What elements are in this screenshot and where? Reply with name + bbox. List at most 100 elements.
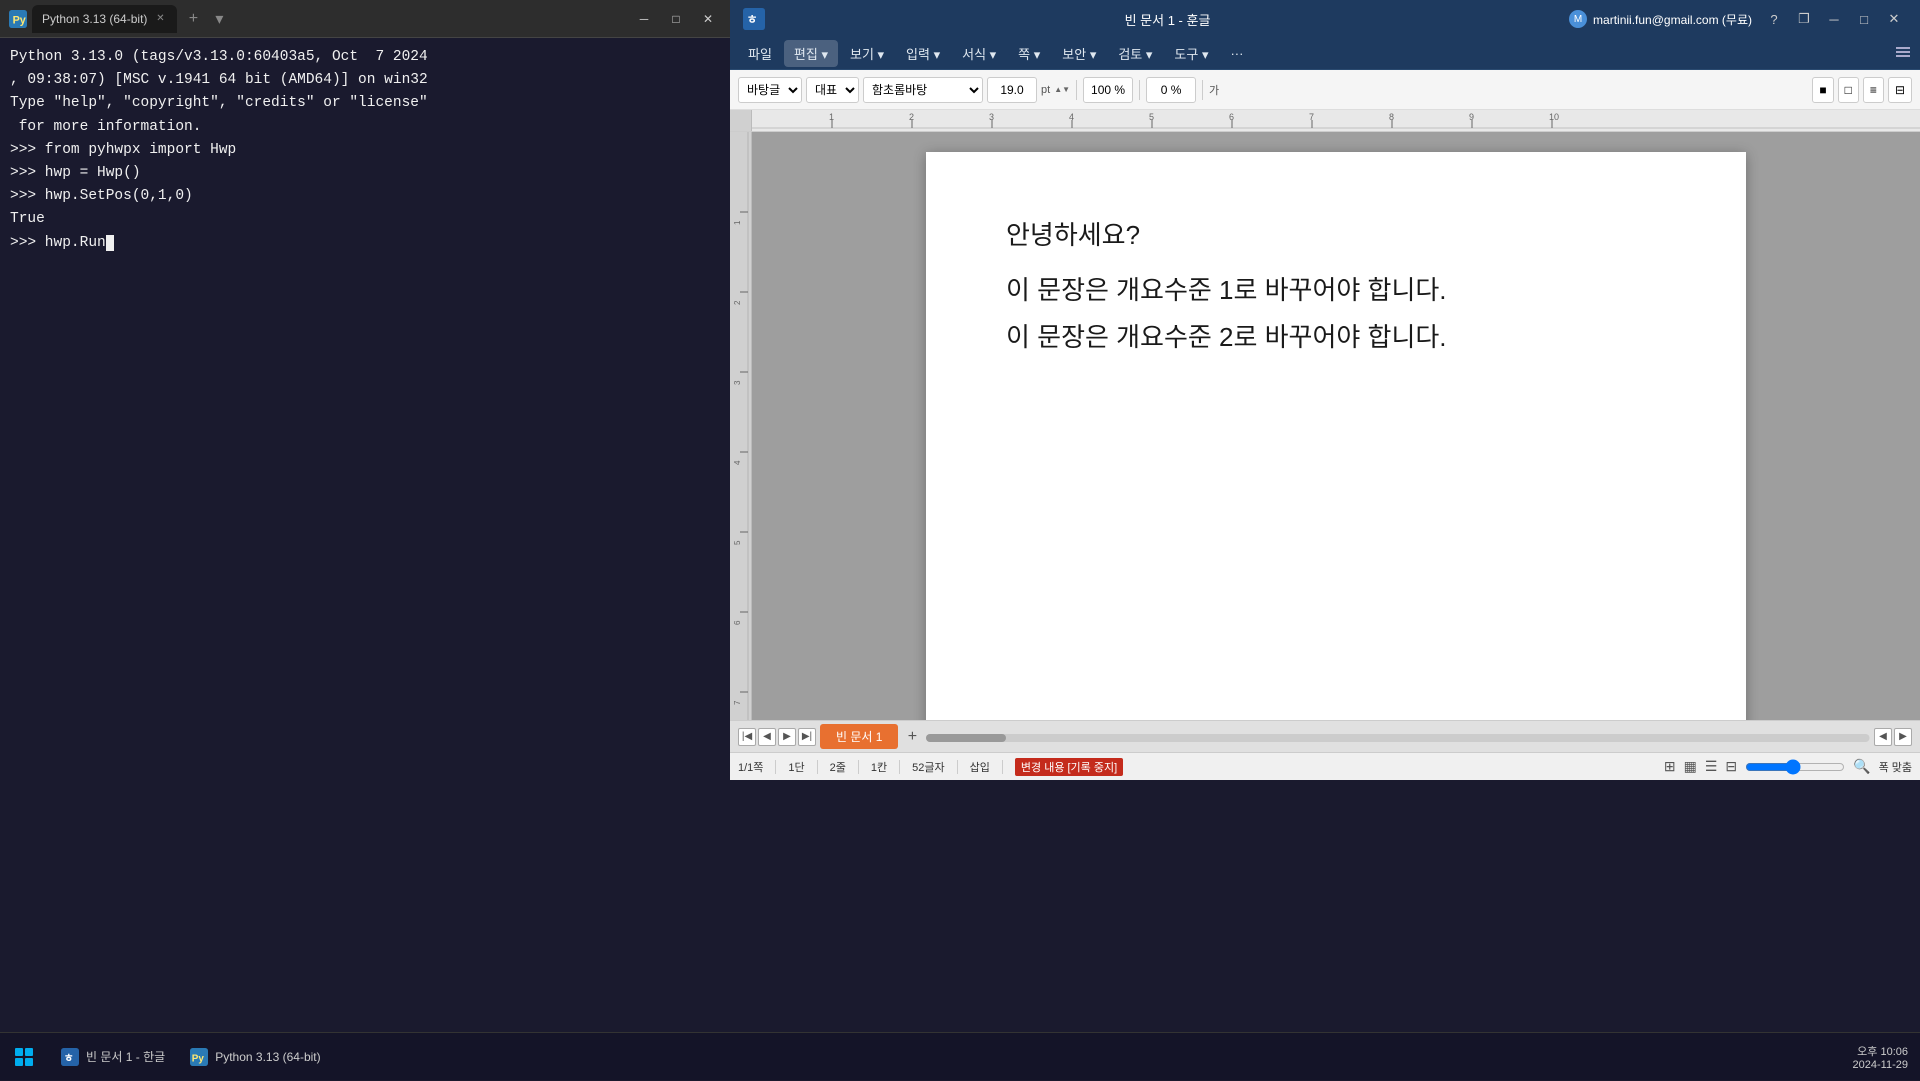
doc-line-3[interactable]: 이 문장은 개요수준 2로 바꾸어야 합니다. — [1006, 314, 1666, 361]
status-page: 1/1쪽 — [738, 759, 763, 775]
hscroll-left[interactable]: ◀ — [1874, 728, 1892, 746]
hwp-toolbar: 바탕글 대표 함초롬바탕 pt ▲▼ 가 ■ □ — [730, 70, 1920, 110]
status-sep-3 — [858, 760, 859, 774]
menu-more[interactable]: ··· — [1220, 42, 1253, 65]
start-button[interactable] — [0, 1033, 48, 1081]
status-char-count: 52글자 — [912, 759, 944, 775]
ruler-corner — [730, 110, 752, 132]
toolbar-btn-2[interactable]: □ — [1838, 77, 1859, 103]
svg-text:6: 6 — [733, 620, 742, 625]
svg-text:1: 1 — [733, 220, 742, 225]
toolbar-btn-1[interactable]: ■ — [1812, 77, 1833, 103]
font-size-input[interactable] — [987, 77, 1037, 103]
svg-text:5: 5 — [1149, 112, 1154, 122]
taskbar-right: 오후 10:06 2024-11-29 — [1853, 1043, 1920, 1071]
terminal-tab-close[interactable]: ✕ — [153, 12, 167, 26]
toolbar-btn-3[interactable]: ≡ — [1863, 77, 1884, 103]
terminal-line-3: Type "help", "copyright", "credits" or "… — [10, 92, 720, 115]
svg-text:3: 3 — [989, 112, 994, 122]
sheet-nav-first[interactable]: |◀ — [738, 728, 756, 746]
toolbar-btn-4[interactable]: ⊟ — [1888, 77, 1912, 103]
font-special-select[interactable]: 함초롬바탕 — [863, 77, 983, 103]
status-sep-1 — [775, 760, 776, 774]
sheet-add-button[interactable]: + — [902, 727, 922, 747]
terminal-tab-chevron[interactable]: ▾ — [209, 9, 229, 29]
svg-text:1: 1 — [829, 112, 834, 122]
svg-text:8: 8 — [1389, 112, 1394, 122]
font-size-unit: pt — [1041, 84, 1050, 96]
zoom-slider[interactable] — [1745, 759, 1845, 775]
hwp-close-button[interactable]: ✕ — [1880, 7, 1908, 31]
terminal-minimize-button[interactable]: ─ — [630, 7, 658, 31]
doc-line-2[interactable]: 이 문장은 개요수준 1로 바꾸어야 합니다. — [1006, 267, 1666, 314]
svg-text:7: 7 — [1309, 112, 1314, 122]
menu-edit[interactable]: 편집 ▾ — [784, 40, 838, 67]
menu-review[interactable]: 검토 ▾ — [1108, 40, 1162, 67]
hwp-page-container[interactable]: 안녕하세요? 이 문장은 개요수준 1로 바꾸어야 합니다. 이 문장은 개요수… — [752, 132, 1920, 720]
hwp-page[interactable]: 안녕하세요? 이 문장은 개요수준 1로 바꾸어야 합니다. 이 문장은 개요수… — [926, 152, 1746, 720]
taskbar-python-icon: Py — [189, 1047, 209, 1067]
taskbar-clock: 오후 10:06 2024-11-29 — [1853, 1043, 1908, 1071]
hwp-maximize-button[interactable]: □ — [1850, 7, 1878, 31]
svg-text:7: 7 — [733, 700, 742, 705]
hscroll-right[interactable]: ▶ — [1894, 728, 1912, 746]
menu-format[interactable]: 서식 ▾ — [952, 40, 1006, 67]
terminal-tab[interactable]: Python 3.13 (64-bit) ✕ — [32, 5, 177, 33]
statusbar-right: ⊞ ▦ ☰ ⊟ 🔍 폭 맞춤 — [1664, 758, 1912, 775]
view-mode-btn-2[interactable]: ▦ — [1684, 758, 1697, 775]
doc-line-1[interactable]: 안녕하세요? — [1006, 212, 1666, 259]
hwp-title: 빈 문서 1 - 훈글 — [774, 10, 1561, 29]
hwp-hscrollbar[interactable] — [926, 731, 1870, 743]
menu-page[interactable]: 쪽 ▾ — [1008, 40, 1050, 67]
status-char-col: 1칸 — [871, 759, 887, 775]
terminal-content[interactable]: Python 3.13.0 (tags/v3.13.0:60403a5, Oct… — [0, 38, 730, 780]
taskbar-time-display: 오후 10:06 — [1853, 1043, 1908, 1059]
sheet-tab-1[interactable]: 빈 문서 1 — [820, 724, 898, 749]
menu-file[interactable]: 파일 — [738, 40, 782, 67]
svg-text:10: 10 — [1549, 112, 1559, 122]
terminal-maximize-button[interactable]: □ — [662, 7, 690, 31]
menu-insert[interactable]: 입력 ▾ — [896, 40, 950, 67]
account-icon: M — [1569, 10, 1587, 28]
hwp-statusbar: 1/1쪽 1단 2줄 1칸 52글자 삽입 변경 내용 [기록 중지] ⊞ ▦ … — [730, 752, 1920, 780]
font-style-select[interactable]: 대표 — [806, 77, 859, 103]
sheet-nav-next[interactable]: ▶ — [778, 728, 796, 746]
search-icon[interactable]: 🔍 — [1853, 758, 1870, 775]
svg-text:5: 5 — [733, 540, 742, 545]
hwp-help-button[interactable]: ? — [1760, 7, 1788, 31]
terminal-titlebar: Py Python 3.13 (64-bit) ✕ + ▾ ─ □ ✕ — [0, 0, 730, 38]
menu-tools[interactable]: 도구 ▾ — [1164, 40, 1218, 67]
terminal-new-tab[interactable]: + — [181, 7, 205, 31]
hwp-document-area[interactable]: 1 2 3 4 5 6 7 8 안녕하세요? 이 문장은 개요수준 1로 바꾸어… — [730, 132, 1920, 720]
menu-security[interactable]: 보안 ▾ — [1052, 40, 1106, 67]
hwp-titlebar: ㅎ 빈 문서 1 - 훈글 M martinii.fun@gmail.com (… — [730, 0, 1920, 38]
hwp-pane: ㅎ 빈 문서 1 - 훈글 M martinii.fun@gmail.com (… — [730, 0, 1920, 780]
toolbar-right-btns: ■ □ ≡ ⊟ — [1812, 77, 1912, 103]
toolbar-sep-1 — [1076, 80, 1077, 100]
font-size-stepper[interactable]: ▲▼ — [1054, 85, 1070, 94]
view-mode-btn-3[interactable]: ☰ — [1705, 758, 1718, 775]
view-mode-btn-1[interactable]: ⊞ — [1664, 758, 1676, 775]
taskbar-item-python[interactable]: Py Python 3.13 (64-bit) — [177, 1037, 332, 1077]
status-change-record[interactable]: 변경 내용 [기록 중지] — [1015, 758, 1123, 776]
status-insert-mode[interactable]: 삽입 — [970, 759, 990, 775]
fit-width-label[interactable]: 폭 맞춤 — [1879, 759, 1912, 775]
sheet-nav: |◀ ◀ ▶ ▶| — [738, 728, 816, 746]
sheet-nav-prev[interactable]: ◀ — [758, 728, 776, 746]
hwp-app-icon: ㅎ — [742, 7, 766, 31]
view-mode-btn-4[interactable]: ⊟ — [1725, 758, 1737, 775]
sheet-nav-last[interactable]: ▶| — [798, 728, 816, 746]
rotate-input[interactable] — [1146, 77, 1196, 103]
font-name-select[interactable]: 바탕글 — [738, 77, 802, 103]
svg-text:6: 6 — [1229, 112, 1234, 122]
status-sep-2 — [817, 760, 818, 774]
toolbar-collapse[interactable] — [1894, 42, 1912, 65]
terminal-close-button[interactable]: ✕ — [694, 7, 722, 31]
cursor — [106, 235, 114, 251]
taskbar-item-hwp[interactable]: ㅎ 빈 문서 1 - 한글 — [48, 1037, 177, 1077]
hwp-restore-button[interactable]: ❐ — [1790, 7, 1818, 31]
zoom-input[interactable] — [1083, 77, 1133, 103]
menu-view[interactable]: 보기 ▾ — [840, 40, 894, 67]
python-icon: Py — [8, 9, 28, 29]
hwp-minimize-button[interactable]: ─ — [1820, 7, 1848, 31]
